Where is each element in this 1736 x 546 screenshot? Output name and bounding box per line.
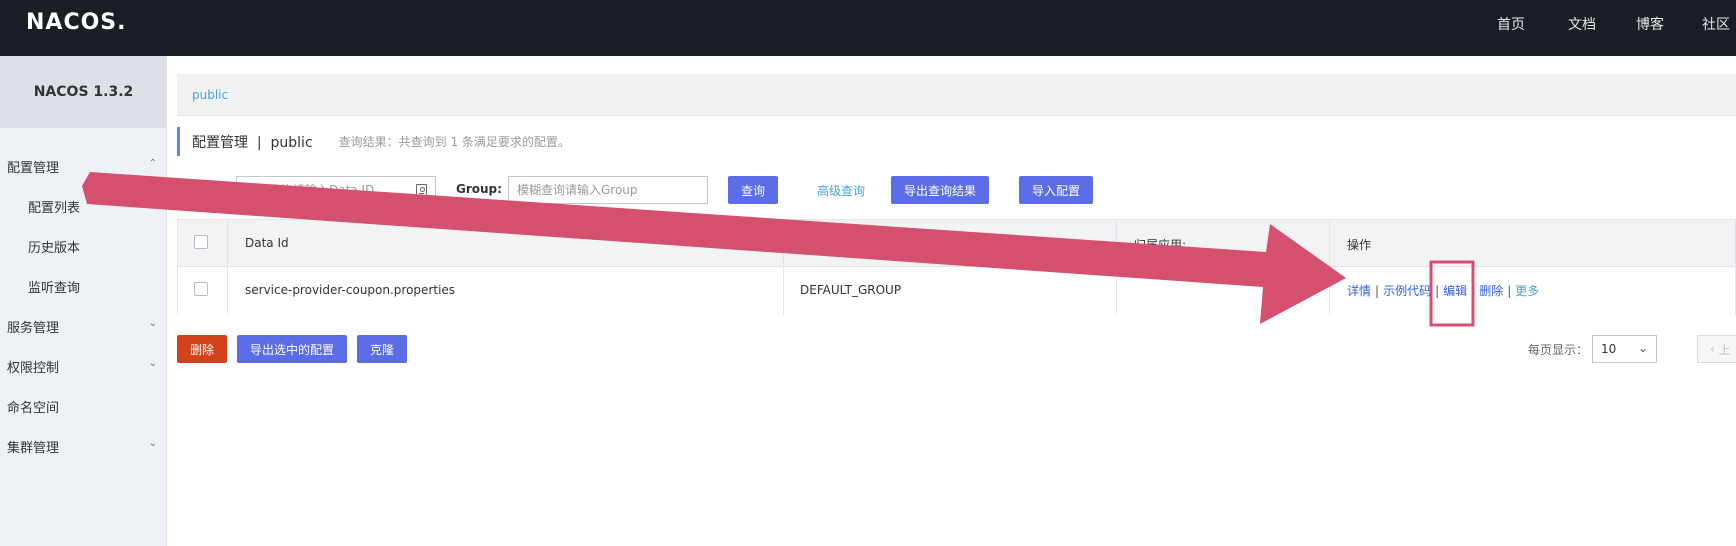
table-header: Data Id 归属应用: 操作 bbox=[178, 220, 1735, 267]
sidebar-item-label: 监听查询 bbox=[28, 280, 81, 296]
details-link[interactable]: 详情 bbox=[1347, 284, 1371, 298]
divider: | bbox=[1471, 284, 1476, 298]
sidebar-item-service-management[interactable]: 服务管理 ⌄ bbox=[0, 306, 167, 346]
row-checkbox[interactable] bbox=[194, 282, 208, 296]
page-size-label: 每页显示： bbox=[1528, 343, 1589, 357]
prev-page-button[interactable]: ‹ 上 bbox=[1697, 335, 1736, 363]
import-config-button[interactable]: 导入配置 bbox=[1019, 176, 1093, 204]
advanced-query-link[interactable]: 高级查询 bbox=[817, 182, 865, 199]
page-size-select[interactable]: 10 ⌄ bbox=[1592, 335, 1657, 363]
sidebar-item-label: 命名空间 bbox=[7, 400, 60, 416]
prev-page-label: 上 bbox=[1718, 342, 1731, 357]
column-divider bbox=[1329, 220, 1330, 315]
divider: | bbox=[1375, 284, 1380, 298]
sidebar-item-label: 配置管理 bbox=[7, 160, 60, 176]
sidebar-item-label: 服务管理 bbox=[7, 320, 60, 336]
sidebar: NACOS 1.3.2 配置管理 ⌃ 配置列表 历史版本 监听查询 服务管理 ⌄… bbox=[0, 56, 167, 546]
data-id-input[interactable] bbox=[236, 176, 436, 204]
query-button[interactable]: 查询 bbox=[728, 176, 778, 204]
divider: | bbox=[1435, 284, 1440, 298]
more-link[interactable]: 更多 bbox=[1515, 284, 1539, 298]
nav-community[interactable]: 社区 bbox=[1702, 14, 1730, 34]
sidebar-item-namespace[interactable]: 命名空间 bbox=[0, 386, 167, 426]
sidebar-item-listener-query[interactable]: 监听查询 bbox=[0, 266, 167, 306]
page-size-value: 10 bbox=[1601, 342, 1617, 356]
sidebar-item-label: 配置列表 bbox=[28, 200, 81, 216]
sidebar-item-label: 集群管理 bbox=[7, 440, 60, 456]
export-results-button[interactable]: 导出查询结果 bbox=[891, 176, 989, 204]
top-navbar: NACOS. 首页 文档 博客 社区 bbox=[0, 0, 1736, 56]
sidebar-item-label: 权限控制 bbox=[7, 360, 60, 376]
column-header-actions: 操作 bbox=[1347, 238, 1372, 252]
sidebar-item-config-list[interactable]: 配置列表 bbox=[0, 186, 167, 226]
group-label: Group: bbox=[456, 182, 502, 196]
id-card-icon bbox=[416, 184, 427, 198]
data-id-label: Data ID: bbox=[177, 182, 233, 196]
chevron-down-icon: ⌄ bbox=[148, 358, 157, 369]
sidebar-item-label: 历史版本 bbox=[28, 240, 81, 256]
nav-blog[interactable]: 博客 bbox=[1636, 14, 1664, 34]
column-divider bbox=[1116, 220, 1117, 315]
select-all-checkbox[interactable] bbox=[194, 235, 208, 249]
cell-group: DEFAULT_GROUP bbox=[800, 283, 902, 297]
column-header-app: 归属应用: bbox=[1134, 238, 1187, 252]
nav-home[interactable]: 首页 bbox=[1497, 14, 1525, 34]
page-title-bar: 配置管理 | public 查询结果：共查询到 1 条满足要求的配置。 bbox=[177, 127, 570, 156]
delete-link[interactable]: 删除 bbox=[1479, 284, 1503, 298]
column-divider bbox=[783, 220, 784, 315]
nav-docs[interactable]: 文档 bbox=[1568, 14, 1596, 34]
chevron-down-icon: ⌄ bbox=[1637, 341, 1648, 355]
namespace-link-public[interactable]: public bbox=[192, 88, 228, 102]
nacos-logo[interactable]: NACOS. bbox=[26, 10, 127, 35]
config-table: Data Id 归属应用: 操作 service-provider-coupon… bbox=[177, 219, 1736, 315]
group-input[interactable] bbox=[508, 176, 708, 204]
cell-data-id: service-provider-coupon.properties bbox=[245, 283, 456, 297]
column-divider bbox=[227, 220, 228, 315]
export-selected-button[interactable]: 导出选中的配置 bbox=[237, 335, 347, 363]
chevron-left-icon: ‹ bbox=[1710, 342, 1719, 356]
row-actions: 详情 | 示例代码 | 编辑 | 删除 | 更多 bbox=[1347, 282, 1539, 299]
delete-button[interactable]: 删除 bbox=[177, 335, 227, 363]
chevron-up-icon: ⌃ bbox=[148, 158, 157, 169]
version-label: NACOS 1.3.2 bbox=[0, 56, 167, 128]
edit-link[interactable]: 编辑 bbox=[1443, 284, 1467, 298]
divider: | bbox=[1507, 284, 1512, 298]
sidebar-item-config-management[interactable]: 配置管理 ⌃ bbox=[0, 146, 167, 186]
query-result-text: 查询结果：共查询到 1 条满足要求的配置。 bbox=[338, 135, 570, 149]
sidebar-item-access-control[interactable]: 权限控制 ⌄ bbox=[0, 346, 167, 386]
clone-button[interactable]: 克隆 bbox=[357, 335, 407, 363]
sample-code-link[interactable]: 示例代码 bbox=[1383, 284, 1431, 298]
column-header-data-id: Data Id bbox=[245, 236, 289, 250]
page-title: 配置管理 | public bbox=[192, 134, 313, 151]
namespace-bar: public bbox=[177, 74, 1736, 116]
chevron-down-icon: ⌄ bbox=[148, 318, 157, 329]
chevron-down-icon: ⌄ bbox=[148, 438, 157, 449]
sidebar-item-cluster-management[interactable]: 集群管理 ⌄ bbox=[0, 426, 167, 466]
sidebar-item-history[interactable]: 历史版本 bbox=[0, 226, 167, 266]
